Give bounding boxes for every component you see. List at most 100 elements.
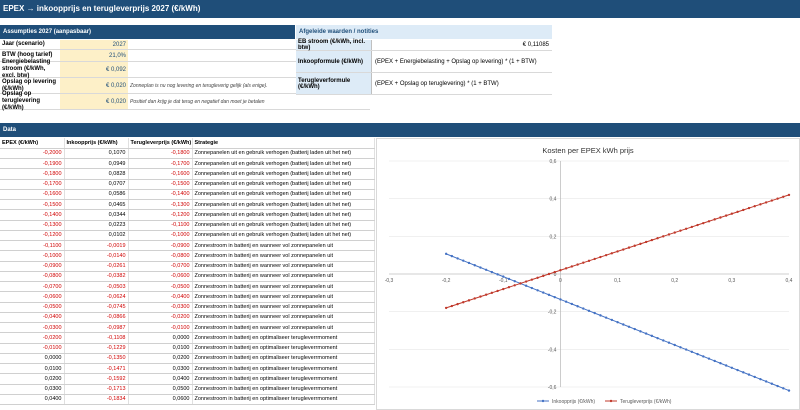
cell-inkoop[interactable]: -0,1229: [64, 343, 129, 354]
cell-strategie[interactable]: Zonnepanelen uit en gebruik verhogen (ba…: [192, 168, 375, 180]
cell-epex[interactable]: -0,1100: [0, 240, 65, 252]
col-header-teruglever[interactable]: Terugleverprijs (€/kWh): [128, 138, 193, 149]
cell-epex[interactable]: -0,1600: [0, 189, 65, 201]
cell-inkoop[interactable]: 0,0707: [64, 179, 129, 190]
cell-strategie[interactable]: Zonnestroom in batterij en wanneer vol z…: [192, 261, 375, 272]
cell-strategie[interactable]: Zonnestroom in batterij en optimaliseer …: [192, 373, 375, 385]
col-header-epex[interactable]: EPEX (€/kWh): [0, 138, 65, 149]
cell-epex[interactable]: -0,0100: [0, 343, 65, 354]
cell-strategie[interactable]: Zonnestroom in batterij en optimaliseer …: [192, 384, 375, 395]
cell-strategie[interactable]: Zonnestroom in batterij en wanneer vol z…: [192, 302, 375, 313]
cell-inkoop[interactable]: 0,0102: [64, 230, 129, 242]
cell-epex[interactable]: 0,0300: [0, 384, 65, 395]
cell-strategie[interactable]: Zonnepanelen uit en gebruik verhogen (ba…: [192, 220, 375, 231]
cell-epex[interactable]: -0,0900: [0, 261, 65, 272]
cell-teruglever[interactable]: -0,0700: [128, 261, 193, 272]
cell-teruglever[interactable]: -0,0600: [128, 271, 193, 283]
cell-strategie[interactable]: Zonnestroom in batterij en optimaliseer …: [192, 343, 375, 354]
cell-inkoop[interactable]: -0,1350: [64, 353, 129, 365]
cell-epex[interactable]: 0,0400: [0, 394, 65, 406]
cell-epex[interactable]: -0,0600: [0, 291, 65, 303]
cell-strategie[interactable]: Zonnepanelen uit en gebruik verhogen (ba…: [192, 230, 375, 242]
assumption-value-year[interactable]: 2027: [60, 40, 128, 49]
cell-inkoop[interactable]: -0,0866: [64, 312, 129, 324]
cell-teruglever[interactable]: 0,0500: [128, 384, 193, 395]
cell-strategie[interactable]: Zonnestroom in batterij en wanneer vol z…: [192, 291, 375, 303]
cell-teruglever[interactable]: 0,0400: [128, 373, 193, 385]
cell-teruglever[interactable]: -0,0900: [128, 240, 193, 252]
cell-epex[interactable]: -0,1800: [0, 168, 65, 180]
derived-value[interactable]: (EPEX + Energiebelasting + Opslag op lev…: [371, 51, 552, 72]
cell-teruglever[interactable]: 0,0200: [128, 353, 193, 365]
cell-strategie[interactable]: Zonnepanelen uit en gebruik verhogen (ba…: [192, 179, 375, 190]
cell-teruglever[interactable]: -0,0100: [128, 322, 193, 334]
cell-inkoop[interactable]: 0,0344: [64, 209, 129, 221]
cell-inkoop[interactable]: -0,0140: [64, 250, 129, 262]
cell-strategie[interactable]: Zonnestroom in batterij en optimaliseer …: [192, 353, 375, 365]
derived-value[interactable]: (EPEX + Opslag op teruglevering) * (1 + …: [371, 73, 552, 94]
cell-epex[interactable]: -0,0300: [0, 322, 65, 334]
cell-inkoop[interactable]: 0,0586: [64, 189, 129, 201]
cell-teruglever[interactable]: 0,0300: [128, 363, 193, 375]
cell-strategie[interactable]: Zonnestroom in batterij en wanneer vol z…: [192, 322, 375, 334]
cell-epex[interactable]: -0,0500: [0, 302, 65, 313]
chart-area[interactable]: Kosten per EPEX kWh prijs -0,6 -0,4 -0,2 0 0…: [376, 138, 800, 410]
cell-epex[interactable]: 0,0000: [0, 353, 65, 365]
cell-strategie[interactable]: Zonnepanelen uit en gebruik verhogen (ba…: [192, 209, 375, 221]
cell-epex[interactable]: -0,0200: [0, 332, 65, 344]
cell-inkoop[interactable]: -0,1471: [64, 363, 129, 375]
cell-teruglever[interactable]: -0,0800: [128, 250, 193, 262]
cell-strategie[interactable]: Zonnestroom in batterij en wanneer vol z…: [192, 271, 375, 283]
cell-teruglever[interactable]: -0,1200: [128, 209, 193, 221]
cell-inkoop[interactable]: -0,0382: [64, 271, 129, 283]
cell-inkoop[interactable]: -0,1592: [64, 373, 129, 385]
cell-epex[interactable]: 0,0200: [0, 373, 65, 385]
cell-teruglever[interactable]: -0,1600: [128, 168, 193, 180]
cell-inkoop[interactable]: -0,0261: [64, 261, 129, 272]
cell-teruglever[interactable]: -0,0300: [128, 302, 193, 313]
cell-inkoop[interactable]: -0,1713: [64, 384, 129, 395]
cell-teruglever[interactable]: -0,1500: [128, 179, 193, 190]
cell-epex[interactable]: -0,0400: [0, 312, 65, 324]
cell-epex[interactable]: -0,2000: [0, 148, 65, 160]
cell-strategie[interactable]: Zonnepanelen uit en gebruik verhogen (ba…: [192, 158, 375, 170]
cell-strategie[interactable]: Zonnestroom in batterij en optimaliseer …: [192, 363, 375, 375]
cell-epex[interactable]: -0,0700: [0, 281, 65, 293]
cell-teruglever[interactable]: -0,0200: [128, 312, 193, 324]
cell-epex[interactable]: -0,1700: [0, 179, 65, 190]
cell-strategie[interactable]: Zonnestroom in batterij en optimaliseer …: [192, 332, 375, 344]
cell-teruglever[interactable]: -0,0400: [128, 291, 193, 303]
cell-inkoop[interactable]: -0,0019: [64, 240, 129, 252]
cell-inkoop[interactable]: -0,1108: [64, 332, 129, 344]
cell-inkoop[interactable]: 0,1070: [64, 148, 129, 160]
cell-teruglever[interactable]: -0,1000: [128, 230, 193, 242]
cell-teruglever[interactable]: 0,0000: [128, 332, 193, 344]
cell-strategie[interactable]: Zonnestroom in batterij en wanneer vol z…: [192, 250, 375, 262]
cell-strategie[interactable]: Zonnepanelen uit en gebruik verhogen (ba…: [192, 199, 375, 211]
cell-strategie[interactable]: Zonnepanelen uit en gebruik verhogen (ba…: [192, 189, 375, 201]
cell-epex[interactable]: 0,0100: [0, 363, 65, 375]
cell-inkoop[interactable]: -0,1834: [64, 394, 129, 406]
cell-inkoop[interactable]: 0,0949: [64, 158, 129, 170]
cell-epex[interactable]: -0,1400: [0, 209, 65, 221]
cell-epex[interactable]: -0,1200: [0, 230, 65, 242]
cell-epex[interactable]: -0,1300: [0, 220, 65, 231]
cell-teruglever[interactable]: -0,0500: [128, 281, 193, 293]
assumption-value-opslag-levering[interactable]: € 0,020: [60, 78, 128, 93]
cell-teruglever[interactable]: 0,0600: [128, 394, 193, 406]
cell-epex[interactable]: -0,0800: [0, 271, 65, 283]
assumption-value-eb[interactable]: € 0,092: [60, 62, 128, 77]
cell-teruglever[interactable]: -0,1800: [128, 148, 193, 160]
cell-strategie[interactable]: Zonnestroom in batterij en wanneer vol z…: [192, 240, 375, 252]
cell-inkoop[interactable]: 0,0828: [64, 168, 129, 180]
derived-value[interactable]: € 0,11085: [371, 40, 552, 50]
cell-teruglever[interactable]: 0,0100: [128, 343, 193, 354]
col-header-strategie[interactable]: Strategie: [192, 138, 375, 149]
cell-inkoop[interactable]: 0,0465: [64, 199, 129, 211]
cell-inkoop[interactable]: -0,0624: [64, 291, 129, 303]
cell-inkoop[interactable]: -0,0503: [64, 281, 129, 293]
assumption-value-opslag-teruglevering[interactable]: € 0,020: [60, 94, 128, 109]
cell-strategie[interactable]: Zonnestroom in batterij en wanneer vol z…: [192, 281, 375, 293]
cell-teruglever[interactable]: -0,1100: [128, 220, 193, 231]
cell-strategie[interactable]: Zonnepanelen uit en gebruik verhogen (ba…: [192, 148, 375, 160]
